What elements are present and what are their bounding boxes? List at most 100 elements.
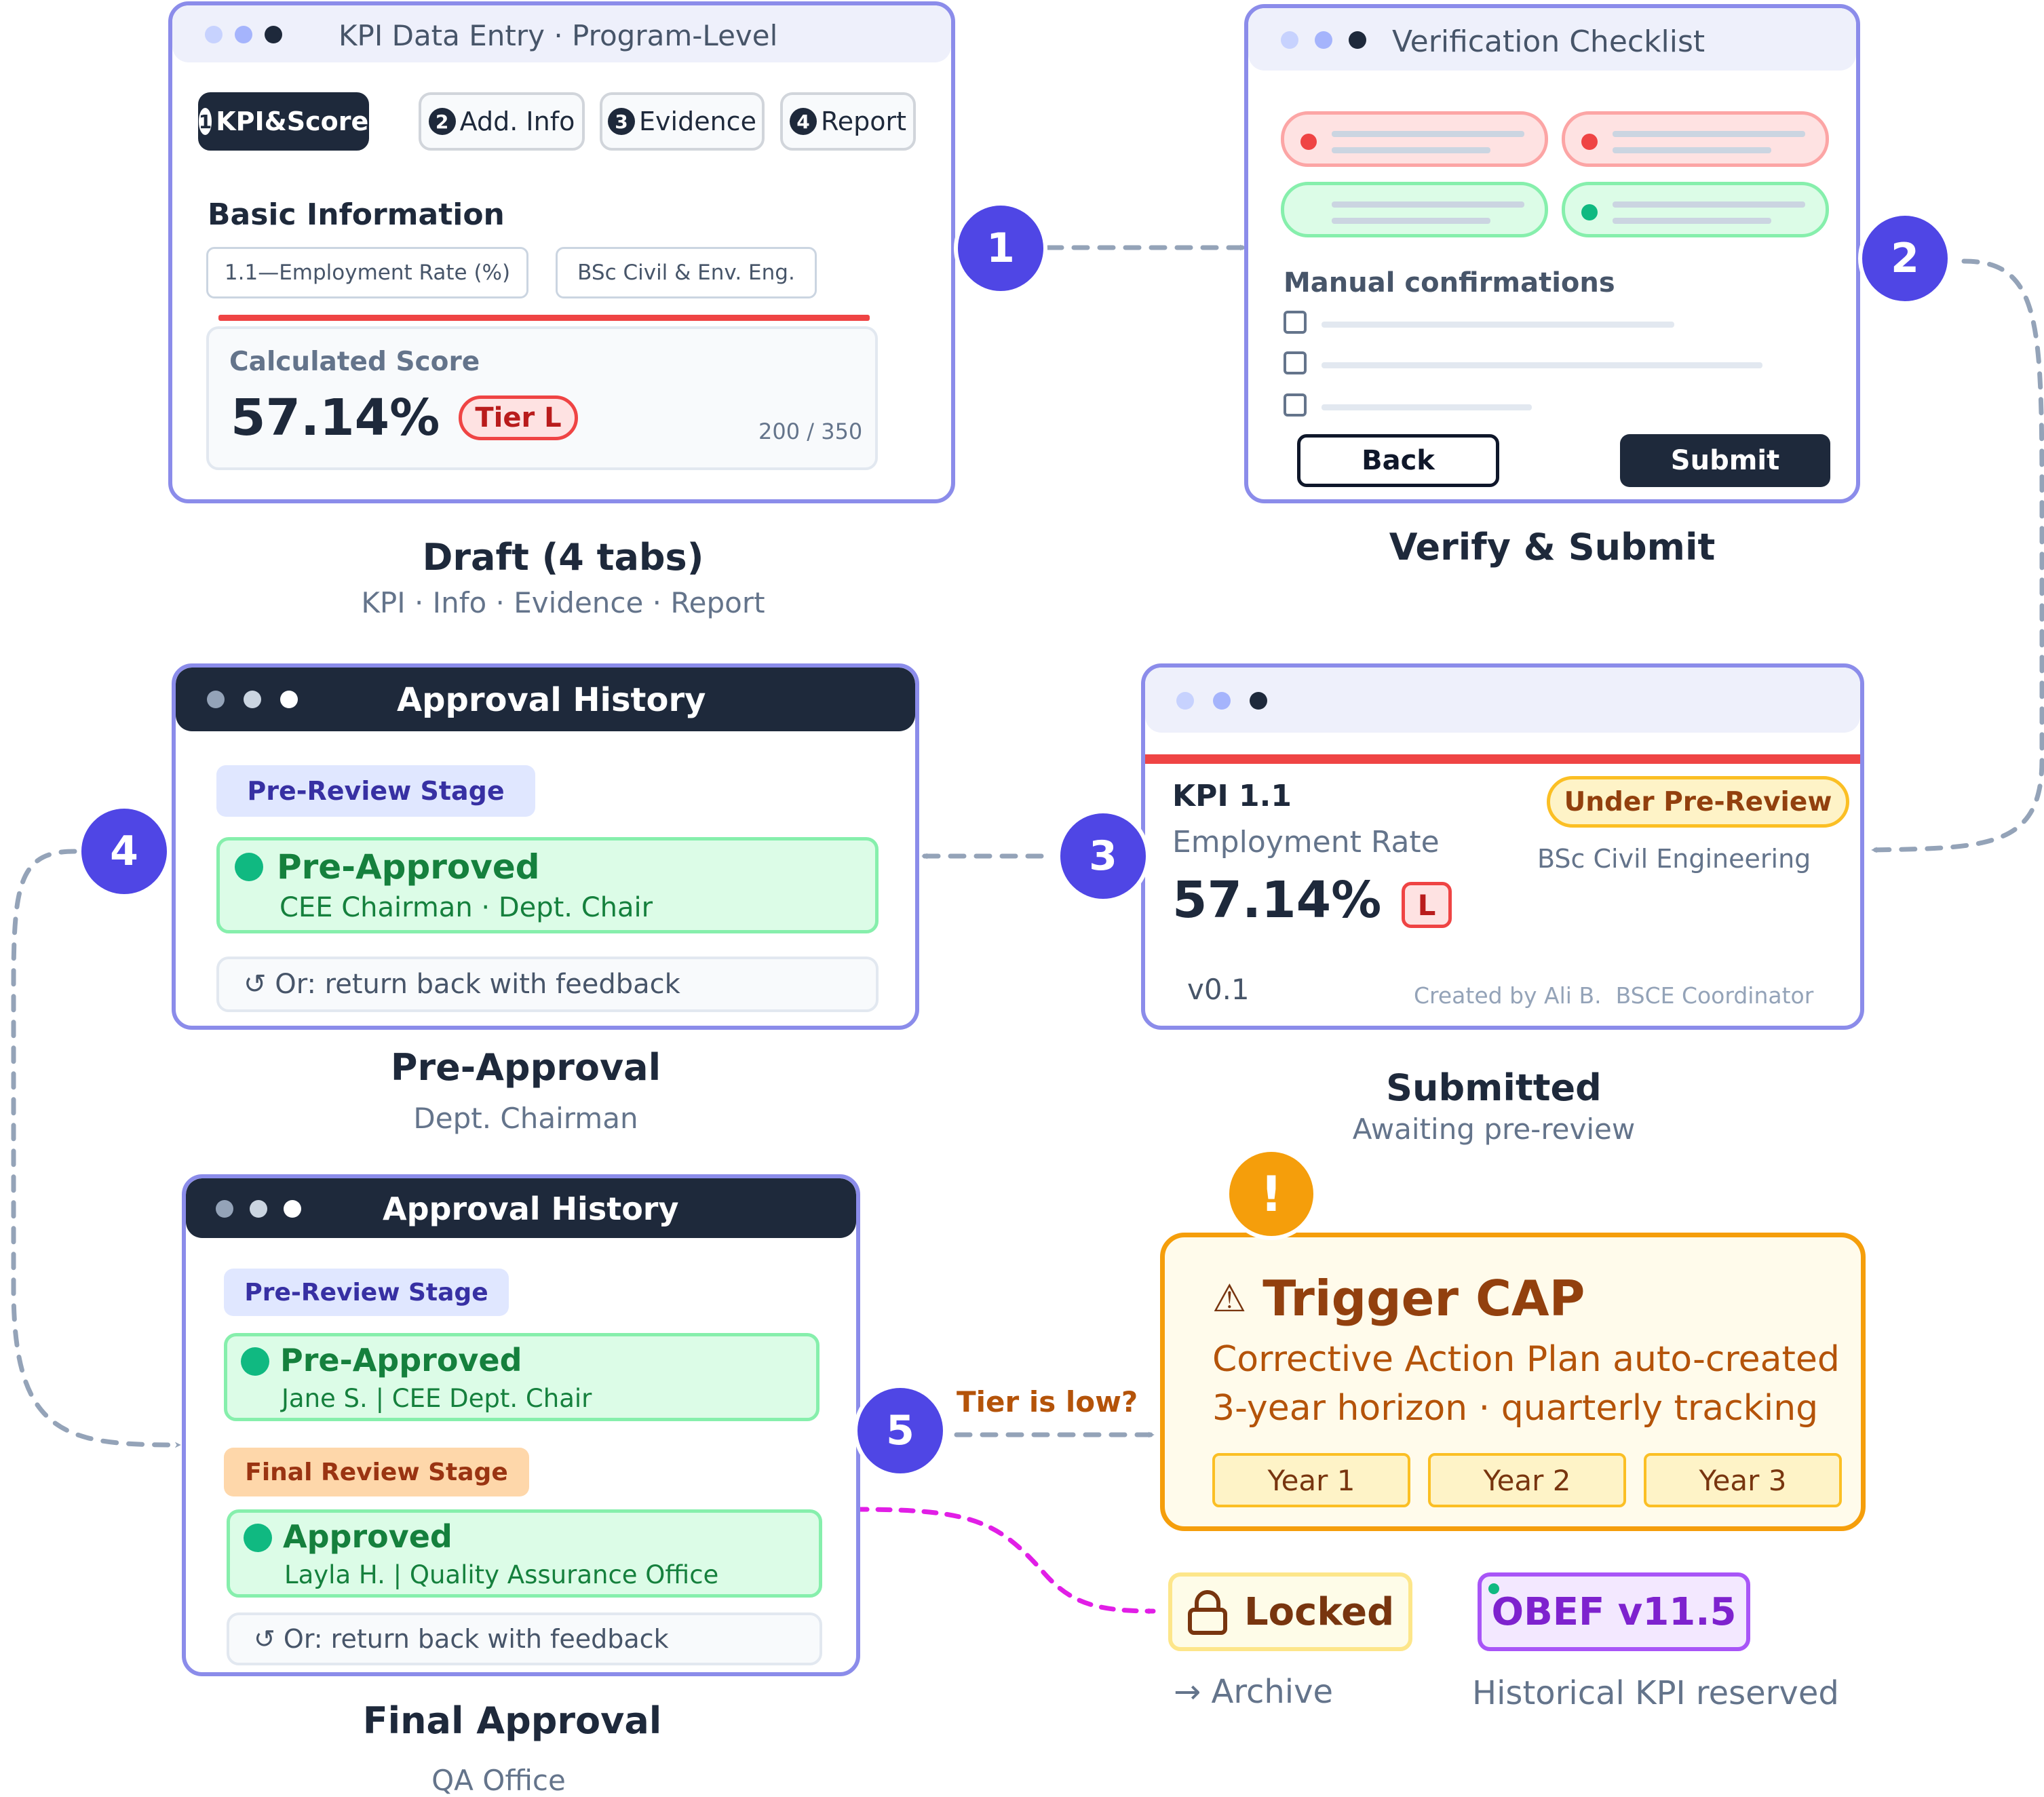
pre-approved-entry: Pre-Approved Jane S. | CEE Dept. Chair	[224, 1333, 819, 1421]
approver: Layla H. | Quality Assurance Office	[284, 1560, 719, 1589]
kpi-field[interactable]: 1.1—Employment Rate (%)	[206, 247, 528, 298]
window-title: Approval History	[397, 681, 706, 719]
window-title: Approval History	[383, 1191, 679, 1227]
created-by: Created by Ali B. BSCE Coordinator	[1414, 982, 1814, 1009]
tab-number-icon: 1	[198, 108, 212, 135]
window-title: KPI Data Entry · Program-Level	[339, 19, 778, 52]
score-value: 57.14%	[231, 389, 440, 447]
year-2-chip: Year 2	[1428, 1453, 1626, 1507]
tab-label: Evidence	[639, 107, 756, 136]
final-approval-caption: Final Approval	[362, 1699, 662, 1742]
window-dot-icon	[244, 691, 261, 708]
status-badge: Under Pre-Review	[1547, 776, 1849, 828]
pre-review-stage-badge: Pre-Review Stage	[224, 1269, 509, 1316]
confirmation-checkbox[interactable]	[1284, 393, 1307, 417]
cap-title-row: ⚠ Trigger CAP	[1212, 1270, 1585, 1327]
window-titlebar: KPI Data Entry · Program-Level	[172, 5, 951, 62]
submitted-caption: Submitted	[1386, 1066, 1602, 1109]
version-label: v0.1	[1187, 973, 1250, 1006]
window-title: Verification Checklist	[1392, 24, 1705, 59]
cap-description: Corrective Action Plan auto-created	[1212, 1339, 1840, 1380]
checklist-item-failed	[1562, 111, 1829, 167]
tab-label: KPI&Score	[216, 107, 369, 136]
program-field[interactable]: BSc Civil & Env. Eng.	[556, 247, 817, 298]
score-panel: Calculated Score 57.14% Tier L 200 / 350	[206, 326, 878, 470]
return-feedback-option[interactable]: ↺ Or: return back with feedback	[216, 957, 879, 1012]
obef-badge: OBEF v11.5	[1478, 1572, 1750, 1651]
pre-approval-history-window: Approval History Pre-Review Stage Pre-Ap…	[172, 663, 919, 1030]
section-title: Basic Information	[208, 197, 505, 232]
final-approval-subcaption: QA Office	[431, 1764, 566, 1797]
tab-report[interactable]: 4 Report	[780, 92, 916, 151]
warning-icon: ⚠	[1212, 1276, 1247, 1321]
verification-checklist-window: Verification Checklist Manual confirmati…	[1244, 4, 1860, 503]
tier-low-question: Tier is low?	[957, 1385, 1138, 1418]
pre-approval-subcaption: Dept. Chairman	[413, 1102, 638, 1135]
window-dot-icon	[1349, 31, 1366, 49]
back-button[interactable]: Back	[1297, 434, 1499, 487]
tab-number-icon: 2	[428, 108, 456, 135]
approver: Jane S. | CEE Dept. Chair	[282, 1384, 592, 1413]
window-titlebar: Approval History	[186, 1178, 856, 1238]
pre-approval-caption: Pre-Approval	[390, 1046, 661, 1089]
window-titlebar: Verification Checklist	[1248, 8, 1856, 71]
return-feedback-option[interactable]: ↺ Or: return back with feedback	[227, 1612, 822, 1665]
window-titlebar: Approval History	[176, 668, 915, 731]
window-dot-icon	[216, 1200, 233, 1218]
confirmation-checkbox[interactable]	[1284, 351, 1307, 374]
draft-subcaption: KPI · Info · Evidence · Report	[361, 586, 765, 619]
final-review-stage-badge: Final Review Stage	[224, 1448, 529, 1496]
locked-label: Locked	[1244, 1589, 1395, 1634]
window-dot-icon	[1250, 692, 1267, 710]
tab-kpi-score[interactable]: 1 KPI&Score	[198, 92, 369, 151]
approved-dot-icon	[244, 1524, 272, 1552]
pre-approved-entry: Pre-Approved CEE Chairman · Dept. Chair	[216, 837, 879, 933]
status-bar	[1145, 754, 1860, 764]
historical-kpi-note: Historical KPI reserved	[1472, 1674, 1839, 1712]
window-dot-icon	[1213, 692, 1231, 710]
obef-label: OBEF v11.5	[1491, 1589, 1737, 1634]
confirmation-checkbox[interactable]	[1284, 311, 1307, 334]
tab-add-info[interactable]: 2 Add. Info	[419, 92, 585, 151]
manual-confirmations-label: Manual confirmations	[1284, 267, 1615, 298]
approval-status: Pre-Approved	[280, 1342, 522, 1378]
verify-caption: Verify & Submit	[1389, 526, 1716, 568]
trigger-cap-panel: ⚠ Trigger CAP Corrective Action Plan aut…	[1160, 1233, 1866, 1531]
checklist-item-passed	[1281, 182, 1548, 237]
step-5-badge: 5	[853, 1384, 947, 1477]
kpi-name: Employment Rate	[1172, 825, 1440, 859]
window-dot-icon	[207, 691, 225, 708]
arrow-preapproval-to-final	[11, 849, 182, 1448]
cap-horizon: 3-year horizon · quarterly tracking	[1212, 1388, 1819, 1429]
tab-number-icon: 4	[790, 108, 817, 135]
approved-entry: Approved Layla H. | Quality Assurance Of…	[227, 1509, 822, 1598]
step-4-badge: 4	[77, 805, 171, 898]
step-1-badge: 1	[954, 201, 1047, 295]
window-dot-icon	[284, 1200, 301, 1218]
submit-button[interactable]: Submit	[1620, 434, 1830, 487]
kpi-data-entry-window: KPI Data Entry · Program-Level 1 KPI&Scor…	[168, 1, 955, 503]
archive-label: → Archive	[1174, 1673, 1334, 1711]
window-dot-icon	[280, 691, 298, 708]
final-approval-history-window: Approval History Pre-Review Stage Pre-Ap…	[182, 1174, 860, 1676]
submitted-kpi-window: KPI 1.1 Employment Rate Under Pre-Review…	[1141, 663, 1864, 1030]
draft-caption: Draft (4 tabs)	[422, 536, 704, 579]
score-label: Calculated Score	[229, 347, 480, 377]
tab-number-icon: 3	[608, 108, 636, 135]
window-dot-icon	[235, 26, 252, 43]
approval-status: Pre-Approved	[277, 847, 540, 887]
checklist-item-failed	[1281, 111, 1548, 167]
cap-title: Trigger CAP	[1262, 1270, 1585, 1327]
status-dot-icon	[1581, 204, 1598, 220]
score-divider	[218, 315, 870, 321]
tier-badge: Tier L	[459, 395, 578, 440]
score-ratio: 200 / 350	[758, 419, 863, 444]
approved-dot-icon	[241, 1347, 269, 1376]
window-dot-icon	[265, 26, 282, 43]
window-dot-icon	[250, 1200, 267, 1218]
pre-review-stage-badge: Pre-Review Stage	[216, 765, 535, 817]
window-titlebar	[1145, 668, 1860, 733]
approver: CEE Chairman · Dept. Chair	[279, 892, 653, 923]
lock-icon	[1188, 1590, 1227, 1635]
tab-evidence[interactable]: 3 Evidence	[600, 92, 765, 151]
